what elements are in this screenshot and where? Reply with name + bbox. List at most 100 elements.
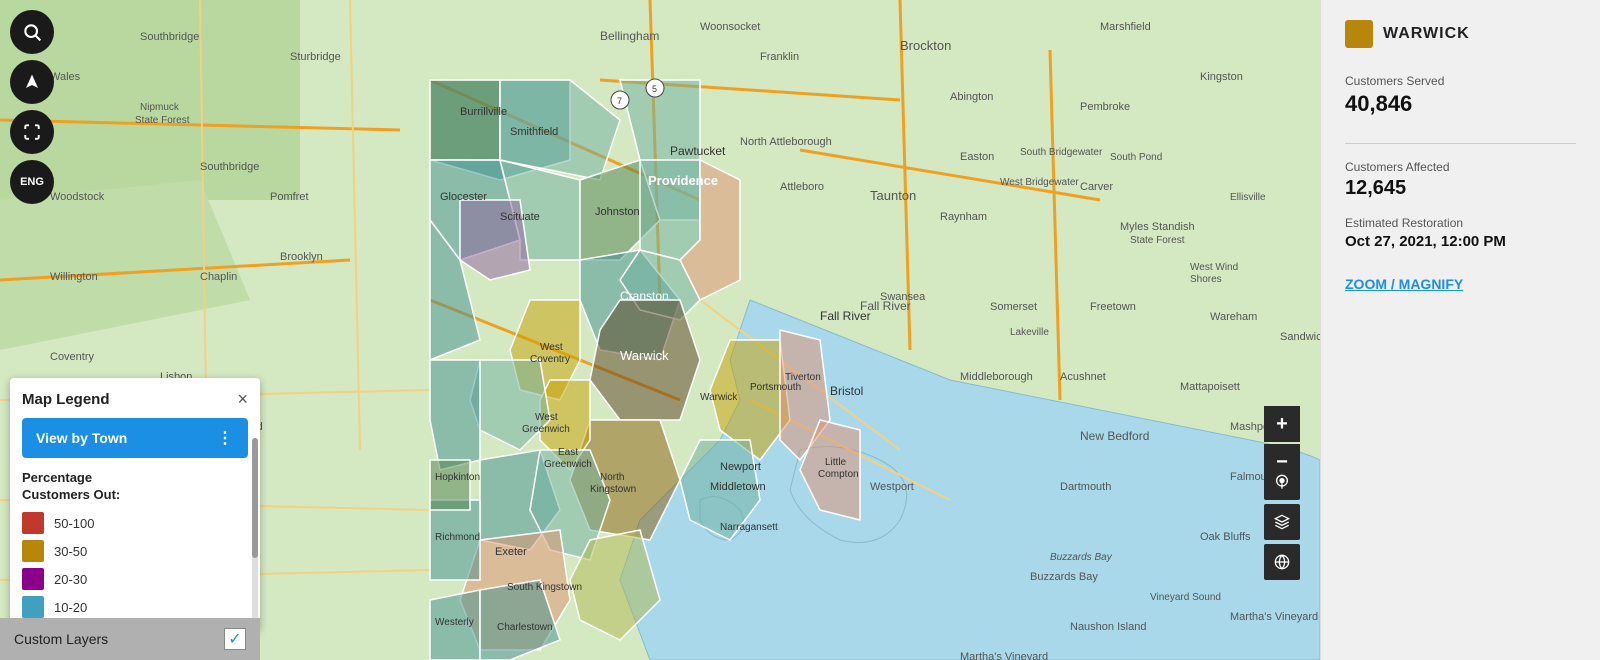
- zoom-in-button[interactable]: +: [1264, 406, 1300, 442]
- svg-text:West Wind: West Wind: [1190, 262, 1238, 273]
- svg-text:Little: Little: [825, 457, 847, 468]
- svg-text:Attleboro: Attleboro: [780, 181, 824, 193]
- legend-subtitle: PercentageCustomers Out:: [22, 470, 248, 504]
- svg-text:Warwick: Warwick: [700, 392, 738, 403]
- svg-text:State Forest: State Forest: [135, 115, 190, 126]
- svg-text:Woonsocket: Woonsocket: [700, 21, 760, 33]
- svg-text:Abington: Abington: [950, 91, 993, 103]
- right-panel: WARWICK Customers Served 40,846 Customer…: [1320, 0, 1600, 660]
- svg-text:Greenwich: Greenwich: [544, 459, 592, 470]
- left-toolbar: ENG: [10, 10, 54, 204]
- svg-text:Warwick: Warwick: [620, 348, 669, 363]
- customers-affected-label: Customers Affected: [1345, 160, 1576, 174]
- svg-text:Middleborough: Middleborough: [960, 371, 1033, 383]
- svg-text:Acushnet: Acushnet: [1060, 371, 1106, 383]
- custom-layers-label: Custom Layers: [14, 631, 108, 647]
- divider: [1345, 143, 1576, 144]
- svg-text:Shores: Shores: [1190, 274, 1222, 285]
- svg-text:Glocester: Glocester: [440, 191, 487, 203]
- svg-text:Nipmuck: Nipmuck: [140, 102, 180, 113]
- scrollbar-thumb[interactable]: [252, 438, 258, 558]
- globe-button[interactable]: [1264, 544, 1300, 580]
- custom-layers-checkbox[interactable]: ✓: [224, 628, 246, 650]
- svg-text:Raynham: Raynham: [940, 211, 987, 223]
- svg-text:Smithfield: Smithfield: [510, 126, 558, 138]
- svg-text:Franklin: Franklin: [760, 51, 799, 63]
- town-name: WARWICK: [1383, 25, 1470, 43]
- svg-text:Marshfield: Marshfield: [1100, 21, 1151, 33]
- legend-item-20-30: 20-30: [22, 568, 248, 590]
- svg-text:Westport: Westport: [870, 481, 914, 493]
- extra-map-buttons: [1264, 464, 1300, 580]
- svg-text:Bellingham: Bellingham: [600, 29, 659, 43]
- svg-text:Dartmouth: Dartmouth: [1060, 481, 1111, 493]
- svg-text:Southbridge: Southbridge: [140, 31, 199, 43]
- svg-text:South Bridgewater: South Bridgewater: [1020, 147, 1103, 158]
- svg-text:Pomfret: Pomfret: [270, 191, 309, 203]
- svg-text:5: 5: [652, 84, 657, 94]
- svg-text:Fall River: Fall River: [860, 299, 911, 313]
- legend-item-30-50: 30-50: [22, 540, 248, 562]
- svg-text:State Forest: State Forest: [1130, 235, 1185, 246]
- layers-button[interactable]: [1264, 504, 1300, 540]
- zoom-magnify-link[interactable]: ZOOM / MAGNIFY: [1345, 276, 1576, 292]
- svg-text:Coventry: Coventry: [530, 354, 570, 365]
- navigate-button[interactable]: [10, 60, 54, 104]
- svg-text:Newport: Newport: [720, 461, 761, 473]
- legend-close-button[interactable]: ×: [237, 390, 248, 408]
- svg-text:East: East: [558, 447, 578, 458]
- estimated-restoration-value: Oct 27, 2021, 12:00 PM: [1345, 233, 1576, 250]
- svg-text:Brockton: Brockton: [900, 38, 951, 53]
- legend-items: 50-100 30-50 20-30 10-20: [22, 512, 248, 618]
- swatch-20-30: [22, 568, 44, 590]
- svg-text:North Attleborough: North Attleborough: [740, 136, 832, 148]
- town-header: WARWICK: [1345, 20, 1576, 56]
- svg-text:Wareham: Wareham: [1210, 311, 1257, 323]
- customers-affected-row: Customers Affected 12,645: [1345, 160, 1576, 200]
- svg-text:Naushon Island: Naushon Island: [1070, 621, 1146, 633]
- estimated-restoration-row: Estimated Restoration Oct 27, 2021, 12:0…: [1345, 216, 1576, 250]
- svg-text:Providence: Providence: [648, 173, 718, 188]
- legend-title: Map Legend: [22, 391, 110, 408]
- svg-text:Pawtucket: Pawtucket: [670, 144, 726, 158]
- svg-text:Southbridge: Southbridge: [200, 161, 259, 173]
- svg-text:Brooklyn: Brooklyn: [280, 251, 323, 263]
- svg-text:Buzzards Bay: Buzzards Bay: [1050, 552, 1113, 563]
- svg-text:Taunton: Taunton: [870, 188, 916, 203]
- svg-text:Freetown: Freetown: [1090, 301, 1136, 313]
- customers-served-value: 40,846: [1345, 91, 1576, 117]
- search-button[interactable]: [10, 10, 54, 54]
- svg-text:Compton: Compton: [818, 469, 859, 480]
- svg-text:Cranston: Cranston: [620, 289, 669, 303]
- svg-text:Scituate: Scituate: [500, 211, 540, 223]
- view-by-town-button[interactable]: View by Town ⋮: [22, 418, 248, 458]
- svg-text:West: West: [540, 342, 563, 353]
- svg-text:Lakeville: Lakeville: [1010, 327, 1049, 338]
- svg-text:Bristol: Bristol: [830, 384, 863, 398]
- pin-button[interactable]: [1264, 464, 1300, 500]
- svg-text:Somerset: Somerset: [990, 301, 1037, 313]
- svg-text:Portsmouth: Portsmouth: [750, 382, 801, 393]
- svg-text:Greenwich: Greenwich: [522, 424, 570, 435]
- svg-text:Ellisville: Ellisville: [1230, 192, 1266, 203]
- svg-text:Woodstock: Woodstock: [50, 191, 105, 203]
- swatch-50-100: [22, 512, 44, 534]
- swatch-30-50: [22, 540, 44, 562]
- fullscreen-button[interactable]: [10, 110, 54, 154]
- customers-served-row: Customers Served 40,846: [1345, 74, 1576, 117]
- svg-text:Myles Standish: Myles Standish: [1120, 221, 1195, 233]
- svg-text:Kingstown: Kingstown: [590, 484, 636, 495]
- svg-text:Narragansett: Narragansett: [720, 522, 778, 533]
- custom-layers-bar: Custom Layers ✓: [0, 618, 260, 660]
- svg-text:Easton: Easton: [960, 151, 994, 163]
- svg-text:Chaplin: Chaplin: [200, 271, 237, 283]
- svg-text:Charlestown: Charlestown: [497, 622, 553, 633]
- language-button[interactable]: ENG: [10, 160, 54, 204]
- svg-text:Sturbridge: Sturbridge: [290, 51, 341, 63]
- svg-text:Johnston: Johnston: [595, 206, 640, 218]
- estimated-restoration-label: Estimated Restoration: [1345, 216, 1576, 230]
- svg-text:7: 7: [617, 96, 622, 106]
- map-container[interactable]: Burrillville Smithfield Glocester Scitua…: [0, 0, 1320, 660]
- swatch-10-20: [22, 596, 44, 618]
- svg-text:Richmond: Richmond: [435, 532, 480, 543]
